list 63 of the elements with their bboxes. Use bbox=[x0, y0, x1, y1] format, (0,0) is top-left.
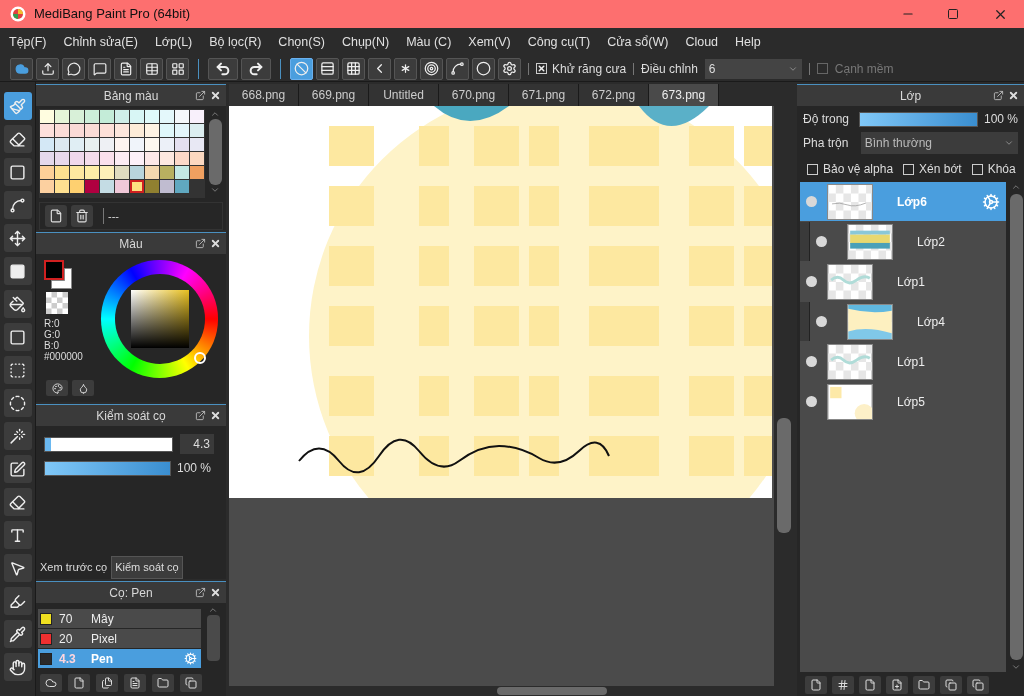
correction-label: Điều chỉnh bbox=[641, 60, 698, 78]
layer-item[interactable]: Lớp2 bbox=[810, 222, 1006, 261]
palette-name: --- bbox=[103, 207, 119, 225]
brush-size: 20 bbox=[59, 630, 74, 648]
window-title: MediBang Paint Pro (64bit) bbox=[34, 5, 192, 24]
menu-item[interactable]: Tệp(F) bbox=[9, 32, 47, 52]
menu-item[interactable]: Công cụ(T) bbox=[527, 32, 591, 52]
panel-title: Kiểm soát cọ bbox=[96, 407, 166, 425]
menu-item[interactable]: Lớp(L) bbox=[154, 32, 193, 52]
layer-name: Lớp4 bbox=[917, 313, 946, 331]
document-tab[interactable]: 668.png bbox=[229, 84, 299, 106]
panel-title: Cọ: Pen bbox=[109, 584, 153, 602]
opacity-label: Độ trong bbox=[803, 111, 851, 128]
document-tab[interactable]: Untitled bbox=[369, 84, 439, 106]
menu-item[interactable]: Cloud bbox=[685, 32, 719, 52]
menu-item[interactable]: Cửa sổ(W) bbox=[607, 32, 669, 52]
panel-tab[interactable]: Kiểm soát cọ bbox=[111, 556, 183, 579]
panel-title: Bảng màu bbox=[103, 87, 159, 105]
layer-item[interactable]: Lớp1 bbox=[800, 342, 1006, 381]
layer-item[interactable]: Lớp1 bbox=[800, 262, 1006, 301]
brush-size-field[interactable]: 4.3 bbox=[180, 434, 214, 454]
document-tab[interactable]: 673.png bbox=[649, 84, 719, 106]
menu-item[interactable]: Màu (C) bbox=[406, 32, 452, 52]
menu-item[interactable]: Chỉnh sửa(E) bbox=[63, 32, 138, 52]
correction-dropdown[interactable]: 6 bbox=[704, 58, 802, 79]
opacity-reading: 100 % bbox=[177, 460, 212, 477]
blend-mode-dropdown[interactable]: Bình thường bbox=[860, 132, 1018, 154]
menu-item[interactable]: Xem(V) bbox=[468, 32, 511, 52]
document-tab[interactable]: 670.png bbox=[439, 84, 509, 106]
soft-edge-label: Cạnh mềm bbox=[834, 60, 894, 78]
channel-value: R:0 bbox=[44, 318, 60, 329]
layer-item[interactable]: Lớp4 bbox=[810, 302, 1006, 341]
channel-value: B:0 bbox=[44, 340, 59, 351]
layer-option-label: Khóa bbox=[987, 161, 1016, 178]
menu-item[interactable]: Chọn(S) bbox=[278, 32, 325, 52]
antialias-label: Khử răng cưa bbox=[552, 60, 627, 78]
menu-item[interactable]: Help bbox=[735, 32, 761, 52]
brush-size: 70 bbox=[59, 610, 74, 628]
blend-label: Pha trộn bbox=[803, 135, 850, 152]
document-tab[interactable]: 672.png bbox=[579, 84, 649, 106]
layer-option-label: Xén bớt bbox=[919, 161, 962, 178]
document-tab[interactable]: 671.png bbox=[509, 84, 579, 106]
layer-name: Lớp1 bbox=[897, 273, 926, 291]
panel-title: Màu bbox=[119, 235, 143, 253]
channel-value: G:0 bbox=[44, 329, 61, 340]
layer-item[interactable]: Lớp5 bbox=[800, 382, 1006, 421]
opacity-reading: 100 % bbox=[983, 111, 1018, 128]
layer-name: Lớp6 bbox=[897, 193, 928, 211]
layer-name: Lớp2 bbox=[917, 233, 946, 251]
panel-title: Lớp bbox=[899, 87, 922, 105]
menu-item[interactable]: Bộ lọc(R) bbox=[209, 32, 262, 52]
layer-name: Lớp5 bbox=[897, 393, 926, 411]
layer-option-label: Bảo vệ alpha bbox=[823, 161, 894, 178]
menu-item[interactable]: Chụp(N) bbox=[341, 32, 390, 52]
brush-list-item[interactable]: 70 Mây bbox=[38, 609, 201, 628]
brush-size: 4.3 bbox=[59, 650, 77, 668]
hex-value: #000000 bbox=[44, 351, 84, 362]
brush-list-item[interactable]: 20 Pixel bbox=[38, 629, 201, 648]
document-tab[interactable]: 669.png bbox=[299, 84, 369, 106]
brush-name: Pen bbox=[91, 650, 114, 668]
brush-name: Mây bbox=[91, 610, 115, 628]
brush-name: Pixel bbox=[91, 630, 118, 648]
layer-name: Lớp1 bbox=[897, 353, 926, 371]
